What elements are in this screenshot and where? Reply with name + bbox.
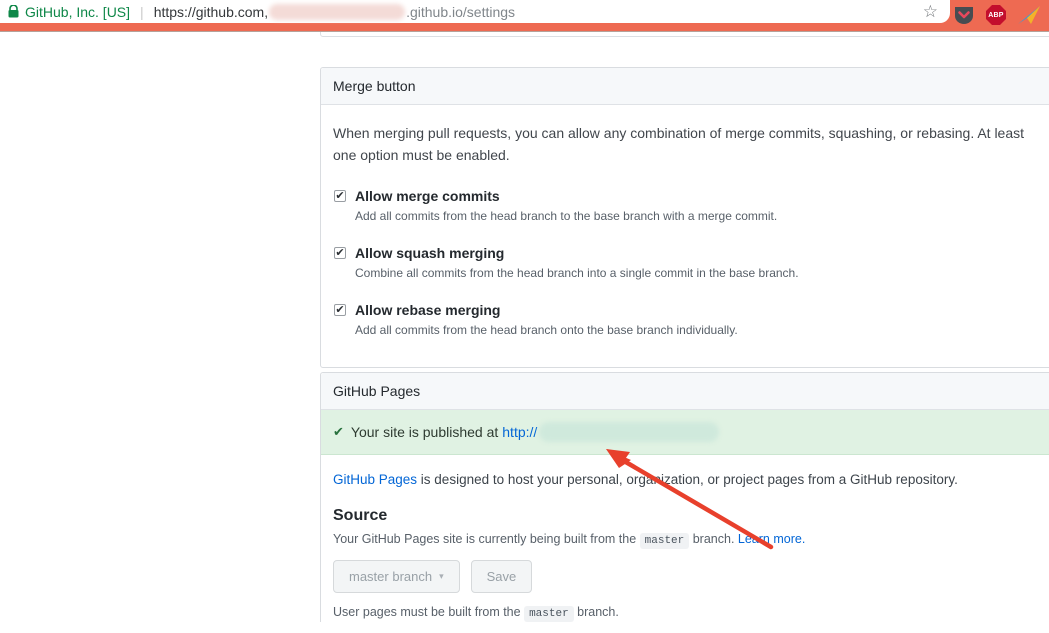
published-site-link[interactable]: http:// xyxy=(502,424,537,440)
branch-select-label: master branch xyxy=(349,569,432,584)
source-controls: master branch ▾ Save xyxy=(333,560,1049,593)
checkbox-allow-rebase-merging[interactable]: ✔ xyxy=(334,304,346,316)
bookmark-star-icon[interactable]: ☆ xyxy=(923,3,938,20)
option-description: Add all commits from the head branch ont… xyxy=(355,323,1049,337)
browser-chrome: GitHub, Inc. [US] | https://github.com, … xyxy=(0,0,1049,32)
site-published-banner: ✔ Your site is published at http:// xyxy=(321,410,1049,455)
url-prefix: https://github.com, xyxy=(154,4,268,20)
build-status-line: Your GitHub Pages site is currently bein… xyxy=(333,532,1049,547)
checkbox-allow-squash-merging[interactable]: ✔ xyxy=(334,247,346,259)
address-bar-divider: | xyxy=(140,4,144,20)
success-check-icon: ✔ xyxy=(333,424,344,440)
lock-icon xyxy=(8,5,19,18)
merge-section-description: When merging pull requests, you can allo… xyxy=(333,123,1033,166)
ev-certificate-label[interactable]: GitHub, Inc. [US] xyxy=(25,4,130,20)
pages-intro-rest: is designed to host your personal, organ… xyxy=(417,472,958,487)
checkbox-allow-merge-commits[interactable]: ✔ xyxy=(334,190,346,202)
pages-intro-text: GitHub Pages is designed to host your pe… xyxy=(333,470,1049,490)
option-allow-rebase-merging: ✔ Allow rebase merging Add all commits f… xyxy=(333,302,1049,337)
merge-button-section: Merge button When merging pull requests,… xyxy=(320,67,1049,368)
option-description: Combine all commits from the head branch… xyxy=(355,266,1049,280)
save-button[interactable]: Save xyxy=(471,560,533,593)
merge-section-header: Merge button xyxy=(321,68,1049,105)
option-description: Add all commits from the head branch to … xyxy=(355,209,1049,223)
build-status-pre: Your GitHub Pages site is currently bein… xyxy=(333,532,640,546)
github-pages-section: GitHub Pages ✔ Your site is published at… xyxy=(320,372,1049,622)
branch-code-chip: master xyxy=(524,606,574,622)
footnote-pre: User pages must be built from the xyxy=(333,605,524,619)
address-bar[interactable]: GitHub, Inc. [US] | https://github.com, … xyxy=(0,0,950,23)
adblock-plus-extension-icon[interactable]: ABP xyxy=(986,5,1006,25)
pocket-extension-icon[interactable] xyxy=(954,7,974,24)
extension-toolbar: ABP xyxy=(949,0,1049,27)
paper-plane-extension-icon[interactable] xyxy=(1018,6,1040,24)
option-allow-squash-merging: ✔ Allow squash merging Combine all commi… xyxy=(333,245,1049,280)
url-redacted-blur xyxy=(269,4,405,20)
branch-code-chip: master xyxy=(640,533,690,549)
pages-section-header: GitHub Pages xyxy=(321,373,1049,410)
source-heading: Source xyxy=(333,507,1049,525)
chevron-down-icon: ▾ xyxy=(439,571,444,582)
option-label: Allow merge commits xyxy=(355,188,1049,204)
pages-section-body: GitHub Pages is designed to host your pe… xyxy=(321,455,1049,633)
banner-text: Your site is published at xyxy=(351,424,498,440)
footnote-post: branch. xyxy=(574,605,619,619)
option-allow-merge-commits: ✔ Allow merge commits Add all commits fr… xyxy=(333,188,1049,223)
merge-section-body: When merging pull requests, you can allo… xyxy=(321,105,1049,367)
published-url-redacted-blur xyxy=(539,422,719,442)
build-status-mid: branch. xyxy=(689,532,738,546)
learn-more-link[interactable]: Learn more. xyxy=(738,532,805,546)
option-label: Allow rebase merging xyxy=(355,302,1049,318)
branch-select-button[interactable]: master branch ▾ xyxy=(333,560,460,593)
user-pages-footnote: User pages must be built from the master… xyxy=(333,605,1049,620)
url-suffix: .github.io/settings xyxy=(406,4,515,20)
github-pages-link[interactable]: GitHub Pages xyxy=(333,472,417,487)
option-label: Allow squash merging xyxy=(355,245,1049,261)
